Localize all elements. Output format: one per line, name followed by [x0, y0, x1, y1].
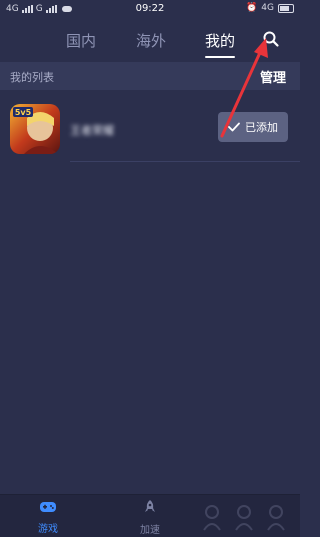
- status-bar: 4G G 09:22 ⏰ 4G: [0, 0, 300, 20]
- game-icon: 5v5: [10, 104, 60, 154]
- top-tab-bar: 国内 海外 我的: [0, 20, 300, 60]
- bottom-tab-boost-label: 加速: [140, 525, 160, 536]
- watermark-icon: [203, 505, 285, 531]
- gamepad-icon: [40, 502, 56, 512]
- search-button[interactable]: [262, 30, 280, 48]
- list-item[interactable]: 5v5 王者荣耀 已添加: [0, 98, 300, 162]
- rocket-icon: [145, 500, 155, 512]
- manage-button[interactable]: 管理: [260, 67, 286, 86]
- my-list-header: 我的列表 管理: [0, 62, 300, 90]
- check-icon: [228, 122, 240, 132]
- tab-indicator: [205, 56, 235, 58]
- network-label: 4G: [261, 3, 274, 13]
- alarm-icon: ⏰: [246, 3, 258, 13]
- bottom-tab-boost[interactable]: 加速: [120, 499, 180, 536]
- row-divider: [70, 161, 300, 162]
- battery-icon: [278, 3, 294, 13]
- bottom-tab-games-label: 游戏: [38, 524, 58, 535]
- game-icon-badge: 5v5: [15, 108, 32, 117]
- added-label: 已添加: [245, 121, 278, 134]
- tab-overseas[interactable]: 海外: [136, 30, 166, 51]
- my-list-title: 我的列表: [10, 71, 54, 84]
- added-button[interactable]: 已添加: [218, 112, 288, 142]
- game-name: 王者荣耀: [70, 124, 114, 137]
- bottom-tab-games[interactable]: 游戏: [18, 499, 78, 535]
- tab-mine[interactable]: 我的: [205, 30, 235, 51]
- status-bar-right: ⏰ 4G: [246, 3, 294, 13]
- search-icon: [263, 31, 279, 47]
- tab-domestic[interactable]: 国内: [66, 30, 96, 51]
